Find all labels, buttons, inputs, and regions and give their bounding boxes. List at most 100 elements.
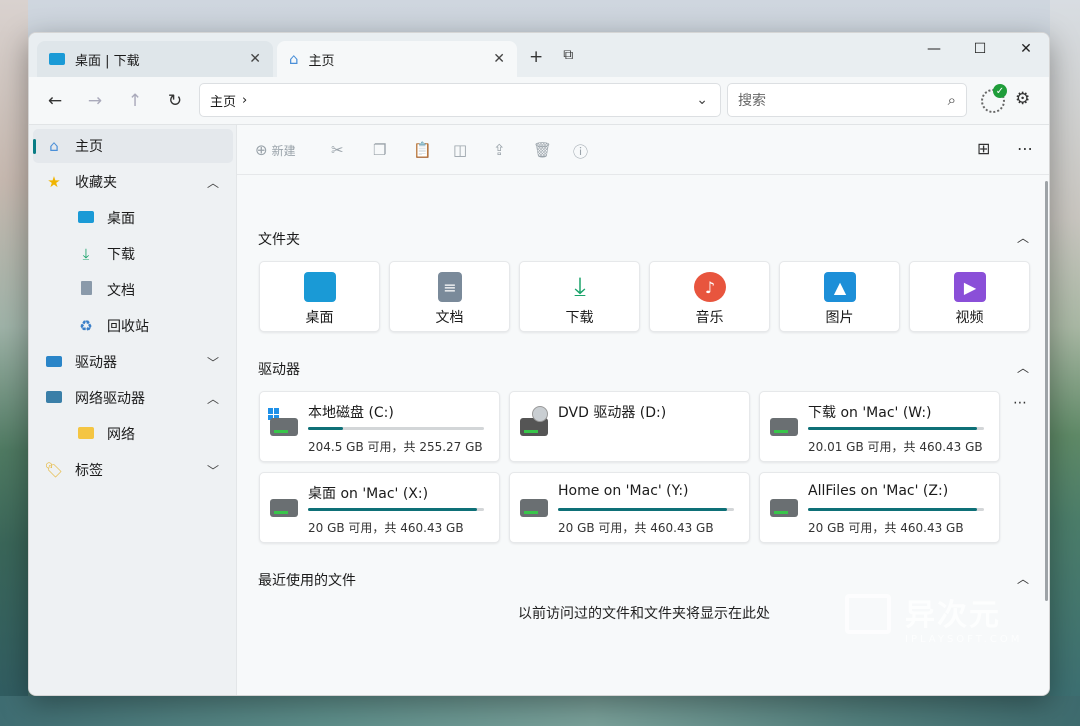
- breadcrumb-home[interactable]: 主页: [210, 91, 236, 110]
- folder-card-documents[interactable]: ≡ 文档: [389, 261, 510, 332]
- chevron-up-icon[interactable]: ︿: [1017, 359, 1029, 376]
- sidebar-item-network-drives[interactable]: 网络驱动器 ︿: [33, 381, 233, 415]
- wallpaper-right: [1050, 0, 1080, 726]
- sidebar-item-label: 网络: [107, 427, 135, 443]
- new-button[interactable]: ⊕ 新建: [255, 141, 296, 159]
- chevron-down-icon[interactable]: ⌄: [696, 92, 708, 108]
- network-drive-icon: [770, 499, 798, 517]
- chevron-down-icon[interactable]: ﹀: [207, 354, 219, 371]
- folder-card-pictures[interactable]: ▲ 图片: [779, 261, 900, 332]
- close-tab-icon[interactable]: ✕: [493, 51, 505, 67]
- desktop-icon: [304, 272, 336, 302]
- more-options-icon[interactable]: ⋯: [1017, 139, 1033, 158]
- refresh-icon[interactable]: ↻: [163, 89, 187, 113]
- watermark-site: IPLAYSOFT.COM: [905, 634, 1023, 645]
- sidebar-item-downloads[interactable]: ⤓ 下载: [33, 237, 233, 271]
- duplicate-tab-button[interactable]: ⧉: [563, 47, 573, 67]
- search-icon[interactable]: ⌕: [948, 91, 956, 109]
- forward-arrow-icon[interactable]: →: [83, 89, 107, 113]
- sidebar-item-tags[interactable]: 🏷 标签 ﹀: [33, 453, 233, 487]
- drive-card-z[interactable]: AllFiles on 'Mac' (Z:) 20 GB 可用，共 460.43…: [759, 472, 1000, 543]
- star-icon: ★: [47, 173, 61, 191]
- drive-info: 20 GB 可用，共 460.43 GB: [558, 521, 714, 535]
- rename-icon[interactable]: ◫: [453, 141, 467, 159]
- drive-card-d[interactable]: DVD 驱动器 (D:): [509, 391, 750, 462]
- window-controls: — ☐ ✕: [911, 33, 1049, 65]
- drive-card-w[interactable]: 下载 on 'Mac' (W:) 20.01 GB 可用，共 460.43 GB: [759, 391, 1000, 462]
- layout-icon[interactable]: ⊞: [977, 139, 990, 158]
- folder-card-desktop[interactable]: 桌面: [259, 261, 380, 332]
- drive-info: 20.01 GB 可用，共 460.43 GB: [808, 440, 983, 454]
- hard-drive-icon: [270, 418, 298, 436]
- tab-desktop-downloads[interactable]: 桌面 | 下载 ✕: [37, 41, 273, 77]
- minimize-button[interactable]: —: [911, 33, 957, 65]
- plus-circle-icon: ⊕: [255, 141, 268, 159]
- sidebar-item-desktop[interactable]: 桌面: [33, 201, 233, 235]
- folder-card-music[interactable]: ♪ 音乐: [649, 261, 770, 332]
- share-icon[interactable]: ⇪: [493, 141, 506, 159]
- drive-info: 204.5 GB 可用，共 255.27 GB: [308, 440, 483, 454]
- paste-icon[interactable]: 📋: [413, 141, 432, 159]
- sidebar-item-recycle-bin[interactable]: ♻ 回收站: [33, 309, 233, 343]
- drive-card-x[interactable]: 桌面 on 'Mac' (X:) 20 GB 可用，共 460.43 GB: [259, 472, 500, 543]
- close-window-button[interactable]: ✕: [1003, 33, 1049, 65]
- drive-usage-bar: [808, 427, 984, 430]
- desktop-icon: [49, 53, 65, 65]
- music-icon: ♪: [694, 272, 726, 302]
- drive-card-c[interactable]: 本地磁盘 (C:) 204.5 GB 可用，共 255.27 GB: [259, 391, 500, 462]
- check-icon: ✓: [993, 84, 1007, 98]
- sidebar-item-network[interactable]: 网络: [33, 417, 233, 451]
- delete-icon[interactable]: 🗑: [533, 141, 552, 159]
- tab-home[interactable]: ⌂ 主页 ✕: [277, 41, 517, 77]
- drive-card-y[interactable]: Home on 'Mac' (Y:) 20 GB 可用，共 460.43 GB: [509, 472, 750, 543]
- chevron-up-icon[interactable]: ︿: [1017, 570, 1029, 587]
- chevron-down-icon[interactable]: ﹀: [207, 462, 219, 479]
- more-options-icon[interactable]: ⋯: [1013, 395, 1027, 411]
- folder-card-downloads[interactable]: ⤓ 下载: [519, 261, 640, 332]
- tab-label: 主页: [308, 53, 335, 69]
- copy-icon[interactable]: ❐: [373, 141, 386, 159]
- file-explorer-window: 桌面 | 下载 ✕ ⌂ 主页 ✕ + ⧉ — ☐ ✕ ← → ↑ ↻ 主页 › …: [28, 32, 1050, 696]
- folders-section-title: 文件夹: [258, 232, 300, 248]
- drive-name: AllFiles on 'Mac' (Z:): [808, 483, 949, 499]
- watermark-brand: 异次元: [905, 598, 1001, 633]
- scrollbar[interactable]: [1045, 181, 1048, 601]
- sidebar-item-documents[interactable]: 文档: [33, 273, 233, 307]
- download-icon: ⤓: [574, 271, 586, 302]
- folder-card-videos[interactable]: ▶ 视频: [909, 261, 1030, 332]
- info-icon[interactable]: ⓘ: [573, 141, 588, 162]
- network-drive-icon: [270, 499, 298, 517]
- new-tab-button[interactable]: +: [529, 47, 543, 67]
- drive-name: Home on 'Mac' (Y:): [558, 483, 689, 499]
- sidebar-item-label: 标签: [75, 463, 103, 479]
- folder-label: 桌面: [305, 310, 334, 326]
- chevron-right-icon[interactable]: ›: [242, 93, 247, 108]
- search-input[interactable]: 搜索 ⌕: [727, 83, 967, 117]
- close-tab-icon[interactable]: ✕: [249, 51, 261, 67]
- breadcrumb[interactable]: 主页 › ⌄: [199, 83, 721, 117]
- sidebar-item-label: 回收站: [107, 319, 149, 335]
- folder-icon: [75, 425, 97, 443]
- watermark-logo-icon: [845, 594, 891, 634]
- chevron-up-icon[interactable]: ︿: [207, 174, 219, 191]
- maximize-button[interactable]: ☐: [957, 33, 1003, 65]
- gear-icon[interactable]: ⚙: [1015, 89, 1030, 109]
- sidebar-item-drives[interactable]: 驱动器 ﹀: [33, 345, 233, 379]
- new-label: 新建: [271, 143, 296, 158]
- cut-icon[interactable]: ✂: [331, 141, 344, 159]
- sidebar-item-label: 收藏夹: [75, 175, 117, 191]
- network-drive-icon: [43, 389, 65, 407]
- chevron-up-icon[interactable]: ︿: [207, 390, 219, 407]
- sidebar-item-home[interactable]: ⌂ 主页: [33, 129, 233, 163]
- search-placeholder: 搜索: [738, 93, 766, 109]
- sidebar-item-favorites[interactable]: ★ 收藏夹 ︿: [33, 165, 233, 199]
- up-arrow-icon[interactable]: ↑: [123, 89, 147, 113]
- back-arrow-icon[interactable]: ←: [43, 89, 67, 113]
- picture-icon: ▲: [824, 272, 856, 302]
- chevron-up-icon[interactable]: ︿: [1017, 229, 1029, 246]
- drive-name: 下载 on 'Mac' (W:): [808, 405, 932, 421]
- drive-info: 20 GB 可用，共 460.43 GB: [308, 521, 464, 535]
- drive-usage-bar: [308, 508, 484, 511]
- drive-name: 本地磁盘 (C:): [308, 405, 394, 421]
- drive-usage-bar: [308, 427, 484, 430]
